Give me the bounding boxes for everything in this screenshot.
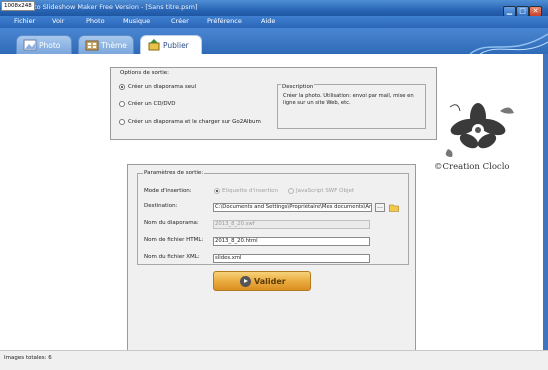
images-count-status: Images totales: 6 [4, 355, 52, 361]
nom-xml-label: Nom du fichier XML: [144, 254, 200, 260]
parametres-group: Paramètres de sortie: Mode d'insertion: … [137, 170, 409, 265]
description-title: Description [281, 84, 315, 90]
browse-button[interactable]: ... [375, 203, 385, 212]
label-go2album: Créer un diaporama et le charger sur Go2… [128, 119, 261, 125]
label-diaporama-seul: Créer un diaporama seul [128, 84, 197, 90]
menu-musique[interactable]: Musique [123, 17, 150, 25]
parametres-de-sortie-panel: Paramètres de sortie: Mode d'insertion: … [127, 164, 416, 368]
theme-icon [85, 40, 99, 51]
label-cd-dvd: Créer un CD/DVD [128, 101, 176, 107]
radio-go2album[interactable] [119, 119, 125, 125]
radio-diaporama-seul[interactable] [119, 84, 125, 90]
menu-aide[interactable]: Aide [261, 17, 275, 25]
tab-publier[interactable]: Publier [140, 35, 202, 54]
tab-publier-label: Publier [163, 41, 189, 50]
description-box: Description Créer la photo. Utilisation:… [277, 84, 426, 129]
tab-strip-decoration [470, 33, 548, 54]
menu-photo[interactable]: Photo [86, 17, 105, 25]
radio-etiquette-insertion[interactable] [214, 188, 220, 194]
valider-label: Valider [254, 277, 286, 286]
tab-theme[interactable]: Thème [78, 35, 134, 54]
nom-xml-field[interactable]: slides.xml [213, 254, 370, 263]
publish-icon [148, 39, 160, 51]
parametres-legend: Paramètres de sortie: [143, 170, 205, 176]
menu-voir[interactable]: Voir [52, 17, 64, 25]
valider-button[interactable]: Valider [213, 271, 311, 291]
tab-theme-label: Thème [101, 41, 127, 50]
main-content: Options de sortie: Créer un diaporama se… [0, 54, 548, 368]
options-legend: Options de sortie: [120, 70, 170, 76]
window-title: Photo Slideshow Maker Free Version - [Sa… [22, 3, 198, 11]
flower-watermark [445, 103, 514, 157]
description-text-line1: Créer la photo. Utilisation: envoi par m… [283, 93, 414, 99]
right-border [543, 54, 548, 350]
menu-fichier[interactable]: Fichier [14, 17, 35, 25]
tab-photo[interactable]: Photo [16, 35, 72, 54]
tab-strip: Photo Thème Publier [0, 28, 548, 54]
play-icon [240, 276, 251, 287]
radio-javascript-swf[interactable] [288, 188, 294, 194]
nom-html-field[interactable]: 2013_8_20.html [213, 237, 370, 246]
dimension-tag: 1008x248 [1, 1, 35, 11]
tab-photo-label: Photo [39, 41, 61, 50]
folder-icon[interactable] [389, 203, 399, 212]
menu-creer[interactable]: Créer [171, 17, 189, 25]
destination-field[interactable]: C:\Documents and Settings\Propriétaire\M… [213, 203, 372, 212]
title-bar: Photo Slideshow Maker Free Version - [Sa… [0, 0, 548, 17]
mode-insertion-label: Mode d'insertion: [144, 188, 192, 194]
menu-preference[interactable]: Préférence [207, 17, 242, 25]
watermark-text: ©Creation Cloclo [434, 162, 510, 172]
nom-html-label: Nom de fichier HTML: [144, 237, 204, 243]
destination-label: Destination: [144, 203, 178, 209]
nom-diaporama-field[interactable]: 2013_8_20.swf [213, 220, 370, 229]
description-text-line2: ligne sur un site Web, etc. [283, 100, 351, 106]
label-javascript-swf: JavaScript SWF Objet [296, 188, 355, 194]
photo-icon [23, 39, 37, 51]
radio-cd-dvd[interactable] [119, 101, 125, 107]
label-etiquette-insertion: Etiquette d'insertion [222, 188, 279, 194]
options-de-sortie-panel: Options de sortie: Créer un diaporama se… [110, 67, 437, 140]
status-bar: Images totales: 6 [0, 350, 548, 370]
nom-diaporama-label: Nom du diaporama: [144, 220, 199, 226]
menu-bar: Fichier Voir Photo Musique Créer Préfére… [0, 16, 548, 28]
